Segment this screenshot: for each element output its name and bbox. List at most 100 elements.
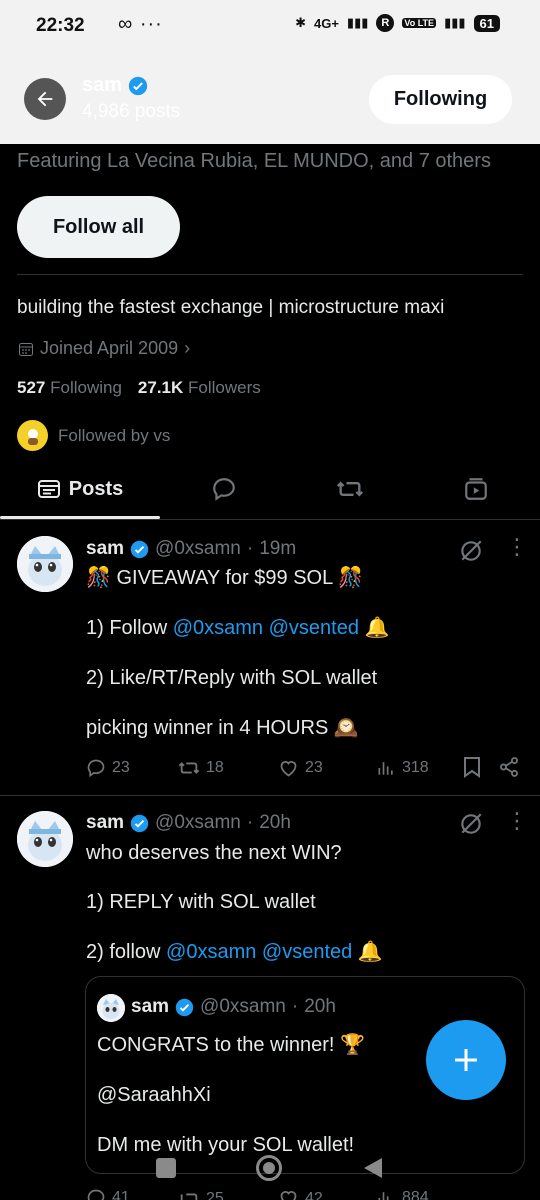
posts-tab-icon — [37, 480, 60, 498]
reply-icon — [87, 1189, 105, 1200]
mention-link[interactable]: @0xsamn @vsented — [166, 941, 352, 963]
home-button[interactable] — [256, 1155, 282, 1181]
following-count-link[interactable]: 527 Following — [17, 378, 122, 398]
grok-icon[interactable] — [458, 538, 484, 564]
followed-by-text: Followed by vs — [58, 425, 171, 445]
follower-avatar — [17, 420, 48, 451]
back-nav-icon[interactable] — [362, 1156, 384, 1180]
more-options-icon[interactable]: ⋮ — [506, 536, 528, 558]
featuring-text[interactable]: Featuring La Vecina Rubia, EL MUNDO, and… — [17, 150, 491, 173]
calendar-icon — [19, 342, 33, 356]
tweet-header: sam @0xsamn · 19m — [86, 538, 296, 560]
profile-tabs: Posts — [0, 460, 540, 520]
tab-reposts[interactable] — [310, 460, 390, 518]
tweet-text-line: picking winner in 4 HOURS 🕰️ — [86, 717, 359, 739]
media-tab-icon — [465, 478, 487, 500]
views-icon — [378, 762, 393, 775]
tweet-header: sam @0xsamn · 20h — [86, 812, 291, 834]
quote-text-line: CONGRATS to the winner! 🏆 — [97, 1034, 365, 1056]
tweet-time[interactable]: 19m — [259, 538, 296, 560]
repost-button[interactable]: 18 — [178, 757, 224, 779]
quote-text-line: @SaraahhXi — [97, 1084, 211, 1106]
reply-icon — [87, 759, 105, 778]
tweet-text-line: 🎊 GIVEAWAY for $99 SOL 🎊 — [86, 567, 363, 589]
repost-button[interactable]: 25 — [178, 1188, 224, 1200]
quote-avatar — [97, 994, 125, 1022]
battery-icon: 61 — [473, 14, 500, 32]
repost-icon — [178, 762, 200, 774]
tweet-author-name[interactable]: sam — [86, 538, 124, 560]
share-icon[interactable] — [498, 756, 520, 778]
reply-button[interactable]: 23 — [86, 758, 130, 778]
tab-replies[interactable] — [184, 460, 264, 518]
status-bar: 22:32 ∞ ··· ✱ 4G+ ▮▮▮ R Vo LTE ▮▮▮ 61 — [0, 0, 540, 52]
tab-posts[interactable]: Posts — [0, 460, 160, 518]
tweet-handle[interactable]: @0xsamn — [155, 812, 241, 834]
reply-tab-icon — [213, 478, 235, 501]
bluetooth-icon: ✱ — [295, 15, 306, 30]
grok-icon[interactable] — [458, 811, 484, 837]
repost-icon — [180, 1193, 198, 1200]
verified-badge-icon — [175, 998, 194, 1016]
quote-header: sam @0xsamn · 20h — [131, 996, 336, 1018]
avatar[interactable] — [17, 811, 73, 867]
repost-count: 25 — [206, 1190, 224, 1200]
followers-count-link[interactable]: 27.1K Followers — [138, 378, 261, 398]
joined-text: Joined April 2009 — [40, 338, 179, 358]
views-button[interactable]: 884 — [376, 1188, 429, 1200]
verified-badge-icon — [128, 76, 148, 95]
like-button[interactable]: 23 — [278, 758, 323, 779]
reply-count: 41 — [112, 1189, 130, 1200]
tweet-text-line: 1) Follow @0xsamn @vsented 🔔 — [86, 616, 389, 641]
reply-button[interactable]: 41 — [86, 1188, 130, 1200]
tweet-text-line: 1) REPLY with SOL wallet — [86, 891, 316, 913]
bookmark-icon[interactable] — [462, 756, 482, 778]
cat-avatar-icon — [17, 811, 73, 867]
tweet-author-name[interactable]: sam — [86, 812, 124, 834]
following-count: 527 — [17, 378, 46, 397]
more-options-icon[interactable]: ⋮ — [506, 810, 528, 832]
cat-avatar-icon — [97, 994, 125, 1022]
tweet-actions: 23 18 23 318 — [86, 756, 526, 780]
verified-badge-icon — [130, 540, 149, 558]
tab-media[interactable] — [436, 460, 516, 518]
heart-icon — [280, 760, 297, 777]
tweet-time[interactable]: 20h — [259, 812, 291, 834]
mention-link[interactable]: @0xsamn @vsented — [173, 617, 359, 639]
views-icon — [378, 1192, 389, 1200]
tweet-text-part: 1) Follow — [86, 617, 173, 639]
following-button[interactable]: Following — [369, 75, 512, 124]
tweet-actions: 41 25 42 884 — [86, 1188, 526, 1200]
system-nav-bar — [0, 1148, 540, 1188]
verified-badge-icon — [130, 814, 149, 832]
tweet[interactable]: sam @0xsamn · 19m ⋮ 🎊 GIVEAWAY for $99 S… — [0, 520, 540, 795]
follow-all-button[interactable]: Follow all — [17, 196, 180, 258]
tab-posts-label: Posts — [68, 477, 124, 500]
heart-icon — [280, 1191, 297, 1200]
cat-avatar-icon — [17, 536, 73, 592]
views-button[interactable]: 318 — [376, 758, 429, 778]
compose-button[interactable] — [426, 1020, 506, 1100]
quote-sep: · — [291, 996, 299, 1017]
like-count: 23 — [305, 759, 323, 776]
following-label: Following — [50, 378, 122, 397]
plus-icon — [455, 1049, 477, 1071]
tweet-text-part: 🔔 — [352, 941, 383, 963]
followers-label: Followers — [188, 378, 261, 397]
like-button[interactable]: 42 — [278, 1188, 323, 1200]
quote-time: 20h — [304, 996, 336, 1017]
volte-badge: Vo LTE — [402, 18, 437, 28]
tweet-text-part: 2) follow — [86, 941, 167, 963]
back-button[interactable] — [24, 78, 66, 120]
signal-icon: ▮▮▮ — [346, 15, 369, 30]
arrow-left-icon — [37, 91, 53, 107]
status-right-icons: ✱ 4G+ ▮▮▮ R Vo LTE ▮▮▮ 61 — [295, 14, 500, 32]
joined-date[interactable]: Joined April 2009 › — [18, 338, 190, 359]
recents-button[interactable] — [156, 1158, 176, 1178]
avatar[interactable] — [17, 536, 73, 592]
tweet-handle[interactable]: @0xsamn — [155, 538, 241, 560]
tweet-text-line: 2) follow @0xsamn @vsented 🔔 — [86, 940, 383, 965]
follow-counts: 527 Following 27.1K Followers — [17, 378, 261, 398]
followed-by[interactable]: Followed by vs — [17, 420, 170, 451]
tweet-text-line: who deserves the next WIN? — [86, 842, 342, 864]
